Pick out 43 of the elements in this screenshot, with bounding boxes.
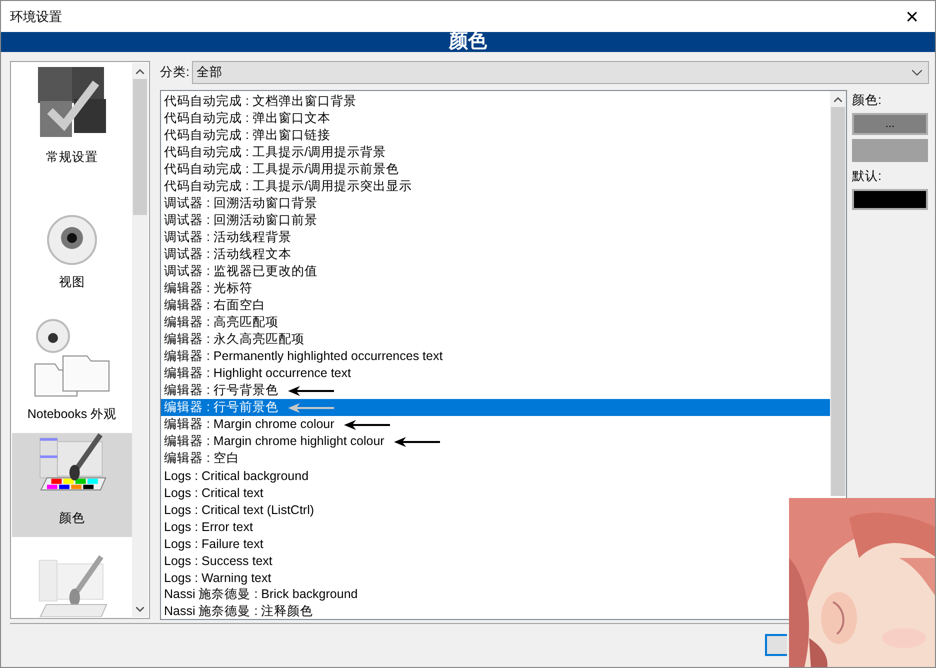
sidebar-item[interactable]: 视图 xyxy=(12,176,132,301)
list-item[interactable]: 编辑器 : Highlight occurrence text xyxy=(161,365,354,382)
list-item[interactable]: 编辑器 : Permanently highlighted occurrences text xyxy=(161,348,446,365)
list-item[interactable]: 编辑器 : Margin chrome colour xyxy=(161,416,394,433)
list-item[interactable]: Logs : Critical background xyxy=(161,467,312,484)
window-title: 环境设置 xyxy=(10,8,62,26)
close-button[interactable]: × xyxy=(889,1,935,32)
list-item[interactable]: Logs : Failure text xyxy=(161,535,266,552)
list-item[interactable]: 代码自动完成 : 工具提示/调用提示突出显示 xyxy=(161,178,415,195)
list-item[interactable]: Nassi 施奈德曼 : 注释颜色 xyxy=(161,603,316,619)
category-label: 分类: xyxy=(160,64,190,81)
list-item[interactable]: Logs : Critical text xyxy=(161,484,266,501)
color-picker-button[interactable]: ... xyxy=(852,113,928,135)
list-item[interactable]: 调试器 : 监视器已更改的值 xyxy=(161,263,320,280)
list-item[interactable]: 编辑器 : 右面空白 xyxy=(161,297,268,314)
category-dropdown[interactable]: 全部 xyxy=(192,61,929,84)
list-item[interactable]: 调试器 : 回溯活动窗口背景 xyxy=(161,195,320,212)
list-item[interactable]: 编辑器 : 光标符 xyxy=(161,280,256,297)
list-item[interactable]: 代码自动完成 : 弹出窗口文本 xyxy=(161,110,334,127)
list-item[interactable]: 调试器 : 活动线程背景 xyxy=(161,229,294,246)
list-item[interactable]: Logs : Critical text (ListCtrl) xyxy=(161,501,318,518)
sidebar-item[interactable]: 颜色 xyxy=(12,433,132,537)
list-item[interactable]: 调试器 : 活动线程文本 xyxy=(161,246,294,263)
list-item[interactable]: 代码自动完成 : 弹出窗口链接 xyxy=(161,127,334,144)
list-item[interactable]: 编辑器 : 高亮匹配项 xyxy=(161,314,282,331)
list-item[interactable]: Nassi 施奈德曼 : Brick background xyxy=(161,586,361,603)
color-label: 颜色: xyxy=(852,92,882,109)
list-item[interactable]: 代码自动完成 : 工具提示/调用提示背景 xyxy=(161,144,389,161)
list-item[interactable]: 代码自动完成 : 文档弹出窗口背景 xyxy=(161,93,360,110)
list-item[interactable]: 编辑器 : 行号背景色 xyxy=(161,382,338,399)
list-item[interactable]: 编辑器 : 空白 xyxy=(161,450,242,467)
list-item[interactable]: Logs : Warning text xyxy=(161,569,274,586)
sidebar-item[interactable]: Notebooks 外观 xyxy=(12,301,132,433)
list-item[interactable]: 编辑器 : Margin chrome highlight colour xyxy=(161,433,444,450)
page-title: 颜色 xyxy=(449,32,487,52)
list-item[interactable]: 代码自动完成 : 工具提示/调用提示前景色 xyxy=(161,161,402,178)
list-item[interactable]: Logs : Success text xyxy=(161,552,276,569)
sidebar-item[interactable]: 常规设置 xyxy=(12,63,132,176)
default-label: 默认: xyxy=(852,168,882,185)
list-item[interactable]: Logs : Error text xyxy=(161,518,256,535)
list-item[interactable]: 调试器 : 回溯活动窗口前景 xyxy=(161,212,320,229)
list-item[interactable]: 编辑器 : 行号前景色 xyxy=(161,399,830,416)
list-item[interactable]: 编辑器 : 永久高亮匹配项 xyxy=(161,331,308,348)
